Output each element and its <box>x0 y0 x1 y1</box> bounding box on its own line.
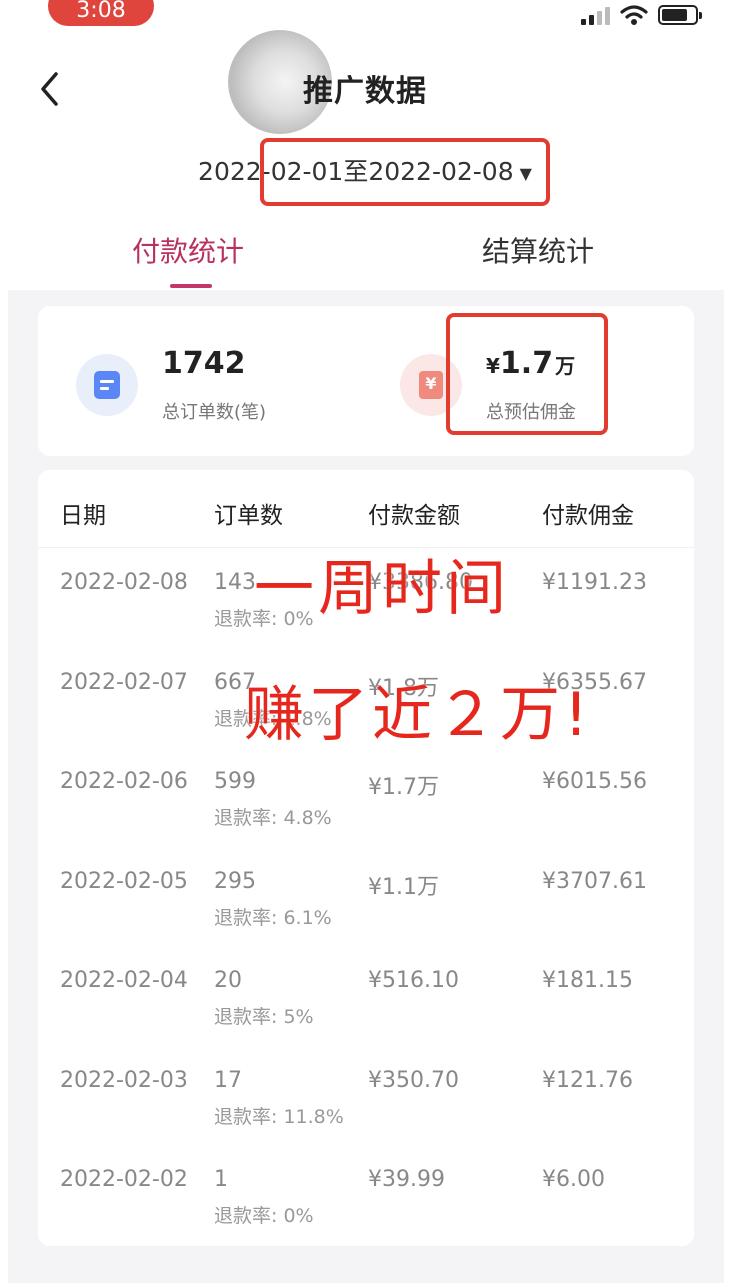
row-refund-rate: 退款率: 6.1% <box>214 906 332 929</box>
tab-settlement-stats[interactable]: 结算统计 <box>482 230 594 270</box>
tab-payment-stats[interactable]: 付款统计 <box>132 230 244 270</box>
orders-icon-badge <box>76 354 138 416</box>
row-order-count: 143 <box>214 570 256 595</box>
document-icon <box>94 371 120 399</box>
row-amount: ¥516.10 <box>368 968 459 993</box>
table-row[interactable]: 2022-02-03 17 退款率: 11.8% ¥350.70 ¥121.76 <box>38 1046 694 1146</box>
table-row[interactable]: 2022-02-02 1 退款率: 0% ¥39.99 ¥6.00 <box>38 1145 694 1245</box>
active-tab-indicator <box>170 284 212 288</box>
row-refund-rate: 退款率: 0% <box>214 1205 314 1227</box>
row-order-count: 1 <box>214 1167 228 1192</box>
row-order-count: 599 <box>214 769 256 794</box>
page-title: 推广数据 <box>303 74 427 109</box>
column-header-amount: 付款金额 <box>368 503 460 529</box>
row-amount: ¥1.1万 <box>368 874 439 900</box>
row-refund-rate: 退款率: 5% <box>214 1006 314 1028</box>
row-date: 2022-02-05 <box>60 868 188 894</box>
annotation-line-1: 一周时间 <box>254 554 510 624</box>
row-date: 2022-02-02 <box>60 1167 188 1192</box>
table-row[interactable]: 2022-02-04 20 退款率: 5% ¥516.10 ¥181.15 <box>38 946 694 1046</box>
row-date: 2022-02-07 <box>60 669 188 695</box>
row-commission: ¥6015.56 <box>542 769 647 794</box>
column-header-commission: 付款佣金 <box>542 503 634 529</box>
row-order-count: 295 <box>214 868 256 894</box>
row-date: 2022-02-06 <box>60 769 188 794</box>
column-header-orders: 订单数 <box>214 503 283 529</box>
row-date: 2022-02-04 <box>60 968 188 993</box>
highlight-box-date-range <box>260 138 550 206</box>
wifi-icon <box>620 5 648 25</box>
battery-icon <box>658 5 702 25</box>
table-header: 日期 订单数 付款金额 付款佣金 <box>38 470 694 548</box>
status-icons <box>581 4 702 26</box>
row-order-count: 20 <box>214 968 242 993</box>
highlight-box-commission <box>446 313 608 435</box>
status-time: 3:08 <box>48 0 154 26</box>
cellular-signal-icon <box>581 5 610 25</box>
row-date: 2022-02-08 <box>60 570 188 595</box>
row-amount: ¥39.99 <box>368 1167 445 1192</box>
row-order-count: 17 <box>214 1067 242 1093</box>
column-header-date: 日期 <box>60 503 106 529</box>
row-commission: ¥121.76 <box>542 1067 633 1093</box>
total-orders-value: 1742 <box>162 346 246 381</box>
row-date: 2022-02-03 <box>60 1067 188 1093</box>
table-row[interactable]: 2022-02-06 599 退款率: 4.8% ¥1.7万 ¥6015.56 <box>38 747 694 847</box>
row-refund-rate: 退款率: 11.8% <box>214 1105 344 1128</box>
row-refund-rate: 退款率: 4.8% <box>214 807 332 829</box>
row-commission: ¥6.00 <box>542 1167 605 1192</box>
coupon-icon <box>419 371 443 399</box>
row-commission: ¥181.15 <box>542 968 633 993</box>
table-body: 2022-02-08 143 退款率: 0% ¥3386.80 ¥1191.23… <box>38 548 694 1245</box>
table-row[interactable]: 2022-02-05 295 退款率: 6.1% ¥1.1万 ¥3707.61 <box>38 847 694 947</box>
row-amount: ¥350.70 <box>368 1067 459 1093</box>
status-bar: 3:08 <box>0 0 730 36</box>
row-amount: ¥1.7万 <box>368 775 439 800</box>
row-commission: ¥1191.23 <box>542 570 647 595</box>
row-commission: ¥3707.61 <box>542 868 647 894</box>
annotation-line-2: 赚了近２万! <box>244 680 593 750</box>
total-orders-label: 总订单数(笔) <box>162 402 267 423</box>
